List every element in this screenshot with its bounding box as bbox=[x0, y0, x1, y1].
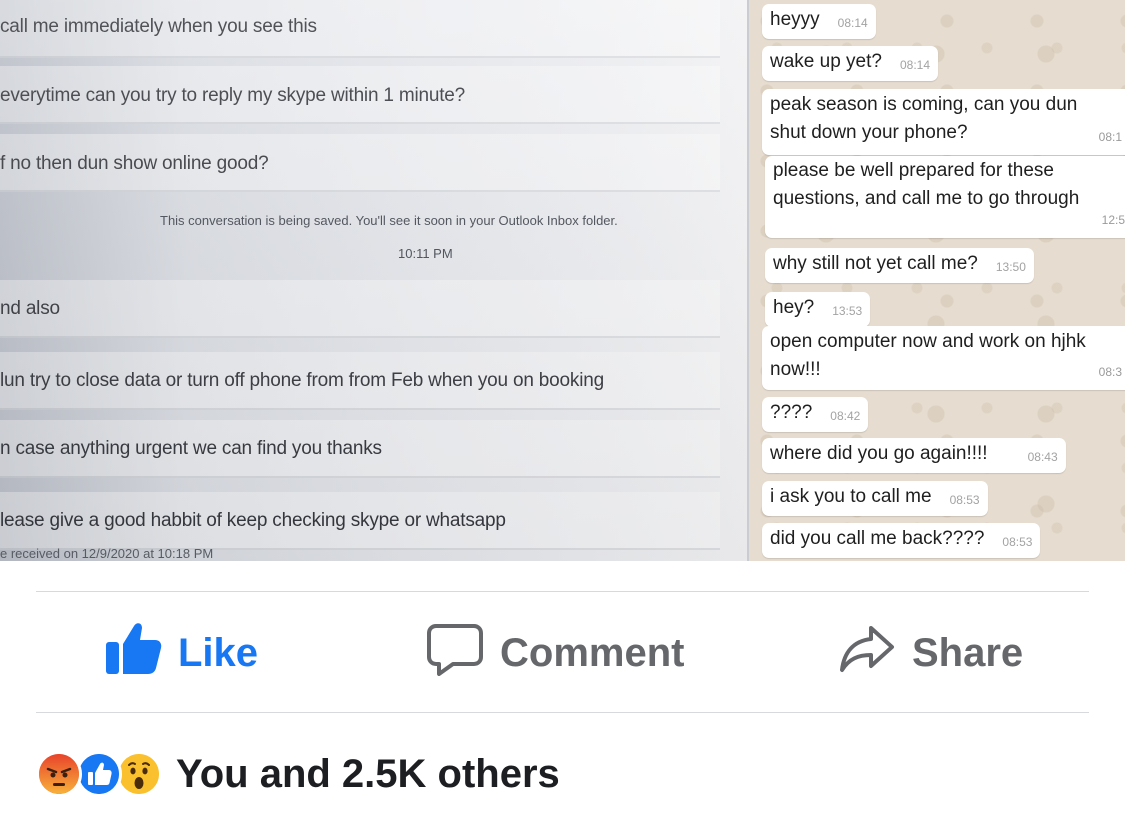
received-line: e received on 12/9/2020 at 10:18 PM bbox=[0, 546, 214, 561]
bubble-time: 13:53 bbox=[832, 304, 863, 318]
chat-bubble: hey? 13:53 bbox=[765, 292, 871, 327]
like-reaction-icon bbox=[76, 751, 122, 797]
skype-message: f no then dun show online good? bbox=[0, 153, 269, 174]
skype-message: call me immediately when you see this bbox=[0, 16, 317, 37]
skype-message: nd also bbox=[0, 298, 60, 319]
chat-bubble: why still not yet call me? 13:50 bbox=[765, 248, 1034, 283]
chat-bubble: ???? 08:42 bbox=[762, 397, 869, 432]
chat-bubble: peak season is coming, can you dun shut … bbox=[762, 89, 1125, 155]
chat-bubble: open computer now and work on hjhk now!!… bbox=[762, 326, 1125, 390]
bubble-text: why still not yet call me? bbox=[773, 253, 978, 274]
thumbs-up-icon bbox=[104, 620, 162, 686]
skype-message: lease give a good habbit of keep checkin… bbox=[0, 510, 506, 531]
chat-bubble: wake up yet? 08:14 bbox=[762, 46, 938, 81]
post-action-bar: Like Comment Share bbox=[0, 592, 1125, 712]
comment-button[interactable]: Comment bbox=[426, 624, 685, 681]
bubble-text: ???? bbox=[770, 402, 813, 423]
bubble-text: please be well prepared for these bbox=[773, 160, 1054, 181]
bubble-time: 08:1 bbox=[1098, 130, 1122, 144]
bubble-text: did you call me back???? bbox=[770, 528, 985, 549]
bubble-text: hey? bbox=[773, 297, 815, 318]
bubble-text: open computer now and work on hjhk bbox=[770, 331, 1086, 352]
saved-notice-time: 10:11 PM bbox=[398, 246, 453, 261]
bubble-time: 12:5 bbox=[1101, 213, 1125, 227]
wow-reaction-icon bbox=[116, 751, 162, 797]
bubble-time: 08:14 bbox=[899, 58, 930, 72]
bubble-time: 08:53 bbox=[949, 493, 980, 507]
chat-bubble: i ask you to call me 08:53 bbox=[762, 481, 988, 516]
skype-row bbox=[0, 280, 720, 338]
bubble-time: 13:50 bbox=[995, 260, 1026, 274]
chat-bubble: please be well prepared for these questi… bbox=[765, 156, 1125, 238]
bubble-text: questions, and call me to go through bbox=[773, 188, 1080, 209]
bubble-text: shut down your phone? bbox=[770, 122, 968, 143]
bubble-text: now!!! bbox=[770, 359, 821, 380]
bubble-time: 08:14 bbox=[837, 16, 868, 30]
share-label: Share bbox=[912, 630, 1024, 675]
bubble-time: 08:42 bbox=[830, 409, 861, 423]
like-button[interactable]: Like bbox=[104, 623, 259, 681]
reactions-summary[interactable]: You and 2.5K others bbox=[36, 744, 560, 804]
bubble-text: i ask you to call me bbox=[770, 486, 932, 507]
bubble-time: 08:53 bbox=[1002, 535, 1033, 549]
bubble-text: wake up yet? bbox=[770, 51, 882, 72]
bubble-time: 08:3 bbox=[1098, 365, 1122, 379]
chat-bubble: did you call me back???? 08:53 bbox=[762, 523, 1041, 558]
speech-bubble-icon bbox=[426, 620, 484, 686]
share-arrow-icon bbox=[838, 620, 896, 686]
chat-bubble: heyyy 08:14 bbox=[762, 4, 876, 39]
post-photo[interactable]: call me immediately when you see this ev… bbox=[0, 0, 1125, 561]
skype-message: lun try to close data or turn off phone … bbox=[0, 370, 604, 391]
reactions-count-text[interactable]: You and 2.5K others bbox=[176, 752, 560, 797]
skype-message: everytime can you try to reply my skype … bbox=[0, 85, 466, 106]
share-button[interactable]: Share bbox=[838, 625, 1023, 681]
angry-reaction-icon bbox=[36, 751, 82, 797]
skype-chat-photo: call me immediately when you see this ev… bbox=[0, 0, 747, 561]
like-label: Like bbox=[178, 630, 259, 675]
saved-notice: This conversation is being saved. You'll… bbox=[160, 213, 618, 228]
bubble-text: peak season is coming, can you dun bbox=[770, 94, 1078, 115]
bubble-text: heyyy bbox=[770, 9, 820, 30]
bubble-time: 08:43 bbox=[1027, 450, 1058, 464]
divider bbox=[36, 712, 1089, 713]
comment-label: Comment bbox=[500, 630, 685, 675]
whatsapp-chat-screenshot: heyyy 08:14 wake up yet? 08:14 peak season… bbox=[747, 0, 1125, 561]
skype-message: n case anything urgent we can find you t… bbox=[0, 438, 382, 459]
bubble-text: where did you go again!!!! bbox=[770, 443, 988, 464]
chat-bubble: where did you go again!!!! 08:43 bbox=[762, 438, 1066, 473]
